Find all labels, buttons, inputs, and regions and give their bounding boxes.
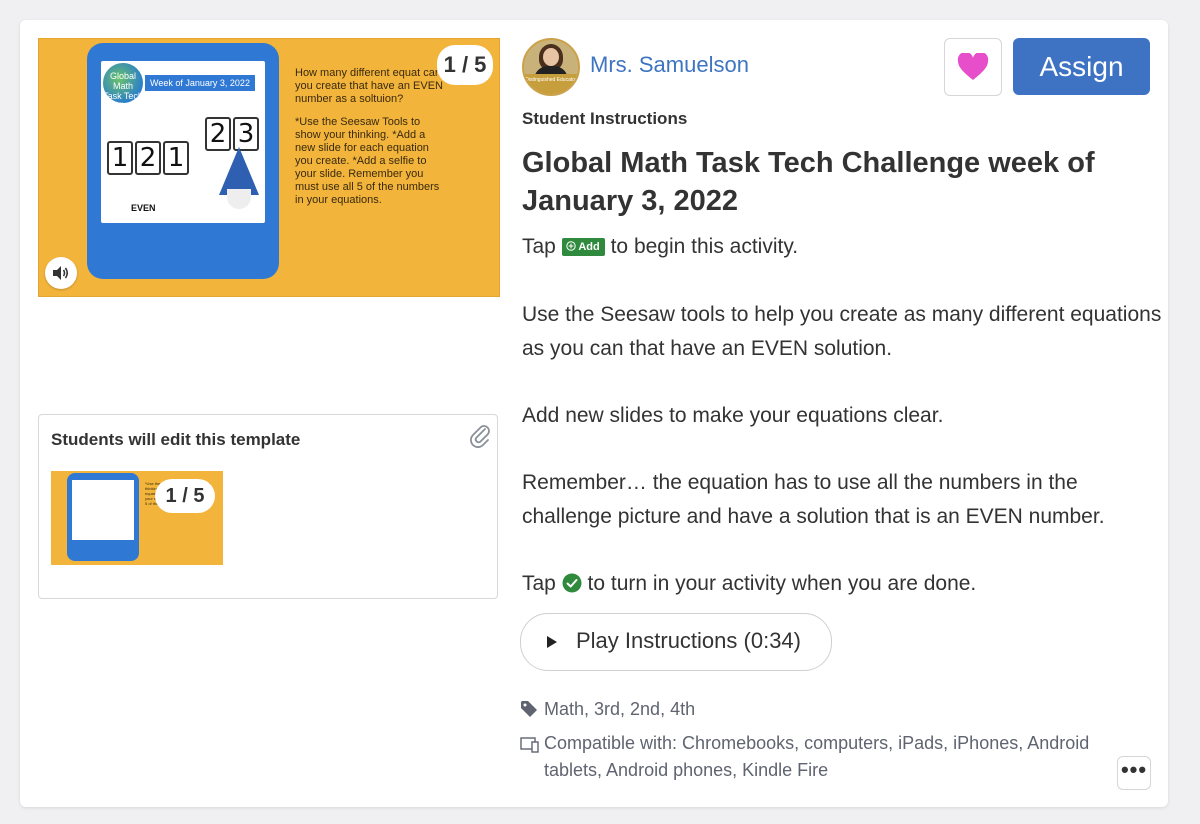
instruction-para-1: Use the Seesaw tools to help you create …	[522, 303, 1162, 360]
teacher-avatar[interactable]: Distinguished Educator	[522, 38, 580, 96]
template-box: Students will edit this template *Use th…	[38, 414, 498, 599]
instruction-para-2: Add new slides to make your equations cl…	[522, 404, 944, 427]
play-icon	[547, 636, 557, 648]
even-label: EVEN	[131, 203, 156, 213]
tag-icon	[521, 701, 537, 717]
page-counter: 1 / 5	[437, 45, 493, 85]
section-label: Student Instructions	[522, 109, 688, 128]
week-banner: Week of January 3, 2022	[145, 75, 255, 91]
turn-in-text: to turn in your activity when you are do…	[587, 572, 977, 595]
play-instructions-button[interactable]: Play Instructions (0:34)	[520, 613, 832, 671]
tap-text: Tap	[522, 572, 556, 595]
digit-card: 1	[163, 141, 189, 175]
teacher-name-link[interactable]: Mrs. Samuelson	[590, 52, 749, 78]
avatar-head	[543, 48, 559, 66]
like-button[interactable]	[944, 38, 1002, 96]
slide-question: How many different equat can you create …	[295, 67, 443, 105]
more-icon: •••	[1120, 757, 1148, 782]
slide-instructions: How many different equat can you create …	[295, 67, 445, 217]
activity-preview[interactable]: Global Math Task Tech Challenge Week of …	[38, 38, 500, 297]
devices-icon	[520, 737, 539, 753]
tap-text: Tap	[522, 235, 556, 258]
digit-card: 2	[135, 141, 161, 175]
begin-text: to begin this activity.	[610, 235, 799, 258]
tags-text: Math, 3rd, 2nd, 4th	[544, 699, 696, 719]
check-circle-icon	[562, 573, 582, 593]
instruction-para-3: Remember… the equation has to use all th…	[522, 471, 1105, 528]
digit-card: 2	[205, 117, 231, 151]
gnome-beard	[227, 189, 251, 209]
compatibility-text: Compatible with: Chromebooks, computers,…	[544, 733, 1090, 780]
add-badge-label: Add	[578, 241, 600, 253]
paperclip-icon	[470, 425, 490, 448]
assign-button[interactable]: Assign	[1013, 38, 1150, 95]
compatibility-row: Compatible with: Chromebooks, computers,…	[520, 730, 1108, 784]
template-thumbnail[interactable]: *Use the Seesaw Tools to show your think…	[51, 471, 223, 565]
thumb-inner	[72, 480, 134, 540]
more-options-button[interactable]: •••	[1117, 756, 1151, 790]
play-instructions-label: Play Instructions (0:34)	[576, 628, 801, 653]
speaker-icon	[53, 266, 69, 280]
template-title: Students will edit this template	[51, 430, 301, 449]
instruction-line-begin: Tap Add to begin this activity.	[522, 230, 1162, 264]
globe-logo: Global Math Task Tech Challenge	[103, 63, 144, 111]
activity-title: Global Math Task Tech Challenge week of …	[522, 147, 1095, 217]
thumb-counter: 1 / 5	[155, 479, 215, 513]
speaker-button[interactable]	[45, 257, 77, 289]
distinguished-educator-badge: Distinguished Educator	[524, 74, 578, 94]
slide-inner: Global Math Task Tech Challenge Week of …	[101, 61, 265, 223]
instruction-line-turn-in: Tap to turn in your activity when you ar…	[522, 567, 1162, 601]
digit-card: 1	[107, 141, 133, 175]
heart-icon	[957, 53, 989, 80]
slide-steps: *Use the Seesaw Tools to show your think…	[295, 116, 440, 206]
gnome-illustration	[219, 147, 259, 195]
thumb-frame	[67, 473, 139, 561]
slide-frame: Global Math Task Tech Challenge Week of …	[87, 43, 279, 279]
digit-card: 3	[233, 117, 259, 151]
add-icon	[566, 241, 576, 251]
activity-card: Global Math Task Tech Challenge Week of …	[20, 20, 1168, 807]
tags-row: Math, 3rd, 2nd, 4th	[520, 696, 1120, 723]
add-badge: Add	[561, 238, 605, 256]
